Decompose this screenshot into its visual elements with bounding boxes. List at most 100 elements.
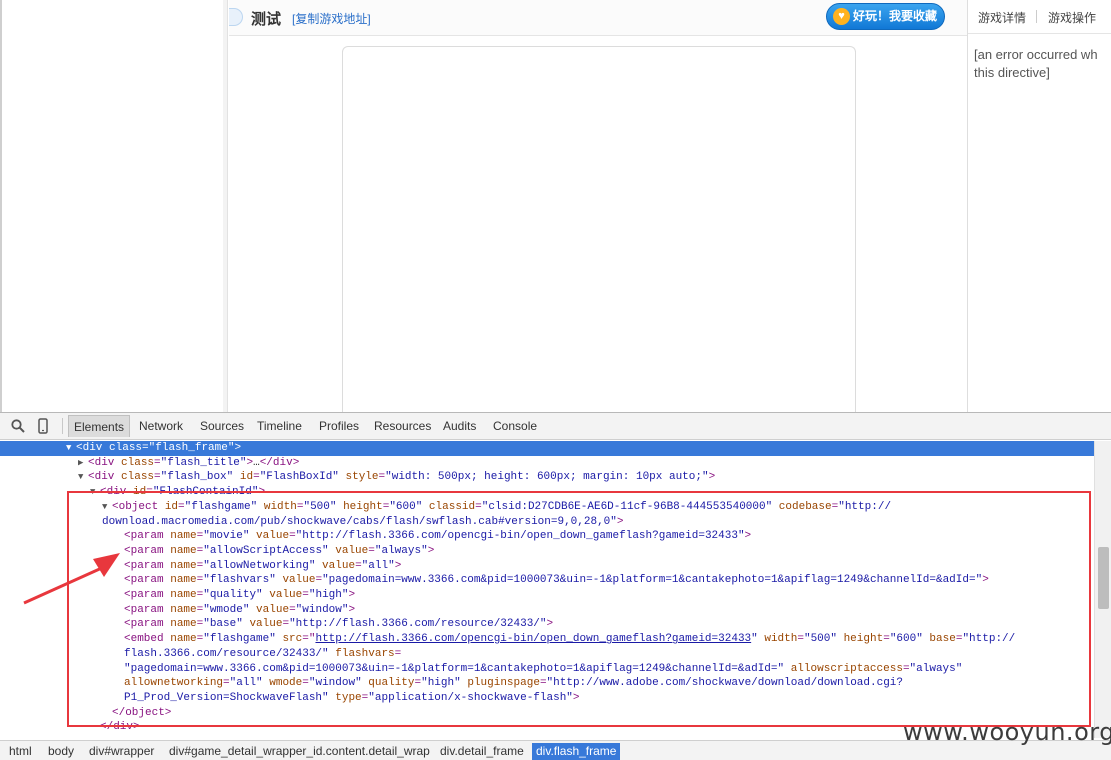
dom-token: codebase	[772, 500, 832, 513]
dom-node-line[interactable]: ▼ <div id="FlashContainId">	[0, 485, 265, 500]
copy-game-url-link[interactable]: [复制游戏地址]	[292, 10, 371, 27]
dom-token: >	[572, 691, 580, 704]
dom-token: "wmode"	[203, 603, 250, 616]
tab-timeline[interactable]: Timeline	[252, 415, 307, 437]
dom-node-line[interactable]: <param name="quality" value="high">	[0, 588, 355, 603]
dom-token: </div>	[100, 721, 140, 734]
crumb-game-detail-wrapper[interactable]: div#game_detail_wrapper_id.content.detai…	[165, 743, 434, 760]
dom-token: classid	[422, 500, 476, 513]
dom-token: =	[475, 500, 482, 513]
dom-token: "600"	[389, 500, 423, 513]
dom-node-line[interactable]: </div>	[0, 720, 140, 735]
dom-token: …	[253, 456, 260, 469]
dom-node-line[interactable]: ▼ <object id="flashgame" width="500" heig…	[0, 500, 891, 515]
element-breadcrumb: html body div#wrapper div#game_detail_wr…	[0, 740, 1111, 760]
dom-token: "allowScriptAccess"	[203, 544, 329, 557]
tab-elements[interactable]: Elements	[68, 415, 131, 437]
dom-token: <object	[112, 500, 165, 513]
game-area: 测试 [复制游戏地址] ♥ 好玩！我要收藏	[229, 0, 967, 412]
dom-token: "http://www.adobe.com/shockwave/download…	[546, 677, 904, 690]
dom-token: ="	[302, 633, 316, 646]
dom-token: value	[315, 559, 356, 572]
tab-divider	[1036, 10, 1037, 23]
dom-token: "500"	[803, 633, 837, 646]
dom-node-line[interactable]: <param name="base" value="http://flash.3…	[0, 617, 553, 632]
dom-node-line[interactable]: download.macromedia.com/pub/shockwave/ca…	[0, 515, 624, 530]
heart-icon: ♥	[833, 8, 850, 25]
tab-profiles[interactable]: Profiles	[314, 415, 364, 437]
dom-token: <embed	[124, 633, 171, 646]
inspect-search-icon[interactable]	[10, 418, 26, 434]
dom-token: "base"	[203, 618, 243, 631]
dom-token: "flashgame"	[203, 633, 276, 646]
favorite-button[interactable]: ♥ 好玩！我要收藏	[826, 3, 945, 30]
dom-node-line[interactable]: ▼ <div class="flash_box" id="FlashBoxId" …	[0, 470, 715, 485]
dom-token: =	[289, 603, 296, 616]
tab-resources[interactable]: Resources	[369, 415, 436, 437]
tab-console[interactable]: Console	[488, 415, 542, 437]
dom-token: "all"	[361, 559, 395, 572]
tab-game-details[interactable]: 游戏详情	[978, 9, 1026, 26]
dom-token: base	[922, 633, 956, 646]
dom-token: id	[233, 471, 254, 484]
tab-game-controls[interactable]: 游戏操作	[1048, 9, 1096, 26]
dom-node-line[interactable]: "pagedomain=www.3366.com&pid=1000073&uin…	[0, 662, 962, 677]
expand-triangle-icon[interactable]: ▶	[78, 456, 88, 471]
dom-token: value	[262, 589, 303, 601]
dom-token: value	[242, 618, 283, 631]
dom-node-line[interactable]: allownetworking="all" wmode="window" qua…	[0, 676, 903, 691]
devtools-panel: Elements Network Sources Timeline Profil…	[0, 412, 1111, 760]
dom-node-line[interactable]: <embed name="flashgame" src="http://flas…	[0, 632, 1015, 647]
dom-token: "window"	[308, 677, 362, 690]
dom-node-line[interactable]: </object>	[0, 706, 171, 721]
dom-token: >	[708, 471, 716, 484]
dom-node-selected[interactable]: ▼ <div class="flash_frame">	[0, 441, 1094, 456]
dom-token: "FlashContainId"	[152, 486, 259, 499]
favorite-button-label: 好玩！我要收藏	[853, 9, 938, 23]
expand-triangle-icon[interactable]: ▼	[102, 500, 112, 515]
tab-audits[interactable]: Audits	[438, 415, 481, 437]
dom-token: pluginspage	[460, 677, 540, 690]
dom-token: =	[368, 544, 375, 557]
dom-node-line[interactable]: <param name="wmode" value="window">	[0, 603, 355, 618]
elements-scrollbar[interactable]	[1094, 441, 1111, 738]
crumb-body[interactable]: body	[44, 743, 78, 760]
expand-triangle-icon[interactable]: ▼	[78, 470, 88, 485]
left-scrollbar[interactable]	[223, 0, 227, 412]
dom-token: "movie"	[203, 530, 250, 543]
dom-token: >	[348, 603, 356, 616]
dom-token[interactable]: http://flash.3366.com/opencgi-bin/open_d…	[315, 633, 751, 645]
flash-frame[interactable]	[342, 46, 856, 412]
dom-token: "pagedomain=www.3366.com&pid=1000073&uin…	[322, 574, 983, 587]
dom-node-line[interactable]: flash.3366.com/resource/32433/" flashvar…	[0, 647, 401, 662]
crumb-wrapper[interactable]: div#wrapper	[85, 743, 158, 760]
dom-token: =	[883, 633, 890, 646]
scrollbar-thumb[interactable]	[1098, 547, 1109, 609]
dom-token: <param	[124, 603, 171, 616]
dom-node-line[interactable]: ▶ <div class="flash_title">…</div>	[0, 456, 299, 471]
dom-token: >	[616, 515, 624, 528]
elements-tree[interactable]: ▼ <div class="flash_frame"> ▶ <div class="f…	[0, 441, 1094, 738]
dom-token: type	[328, 691, 362, 704]
crumb-detail-frame[interactable]: div.detail_frame	[436, 743, 528, 760]
dom-token: =	[302, 589, 309, 601]
crumb-flash-frame[interactable]: div.flash_frame	[532, 743, 621, 760]
dom-node-line[interactable]: P1_Prod_Version=ShockwaveFlash" type="ap…	[0, 691, 580, 706]
dom-token: class	[121, 456, 155, 469]
tab-sources[interactable]: Sources	[195, 415, 249, 437]
dom-token: =	[142, 442, 149, 454]
expand-triangle-icon[interactable]: ▼	[66, 441, 76, 456]
dom-token: "pagedomain=www.3366.com&pid=1000073&uin…	[124, 662, 785, 675]
game-title: 测试	[251, 11, 282, 28]
dom-token: download.macromedia.com/pub/shockwave/ca…	[102, 515, 617, 528]
dom-node-line[interactable]: <param name="allowScriptAccess" value="a…	[0, 544, 434, 559]
crumb-html[interactable]: html	[5, 743, 36, 760]
error-line-2: this directive]	[974, 65, 1050, 80]
expand-triangle-icon[interactable]: ▼	[90, 485, 100, 500]
dom-node-line[interactable]: <param name="flashvars" value="pagedomai…	[0, 573, 989, 588]
dom-token: style	[338, 471, 379, 484]
dom-node-line[interactable]: <param name="allowNetworking" value="all…	[0, 559, 401, 574]
device-mode-icon[interactable]	[35, 418, 51, 434]
tab-network[interactable]: Network	[134, 415, 188, 437]
dom-node-line[interactable]: <param name="movie" value="http://flash.…	[0, 529, 751, 544]
